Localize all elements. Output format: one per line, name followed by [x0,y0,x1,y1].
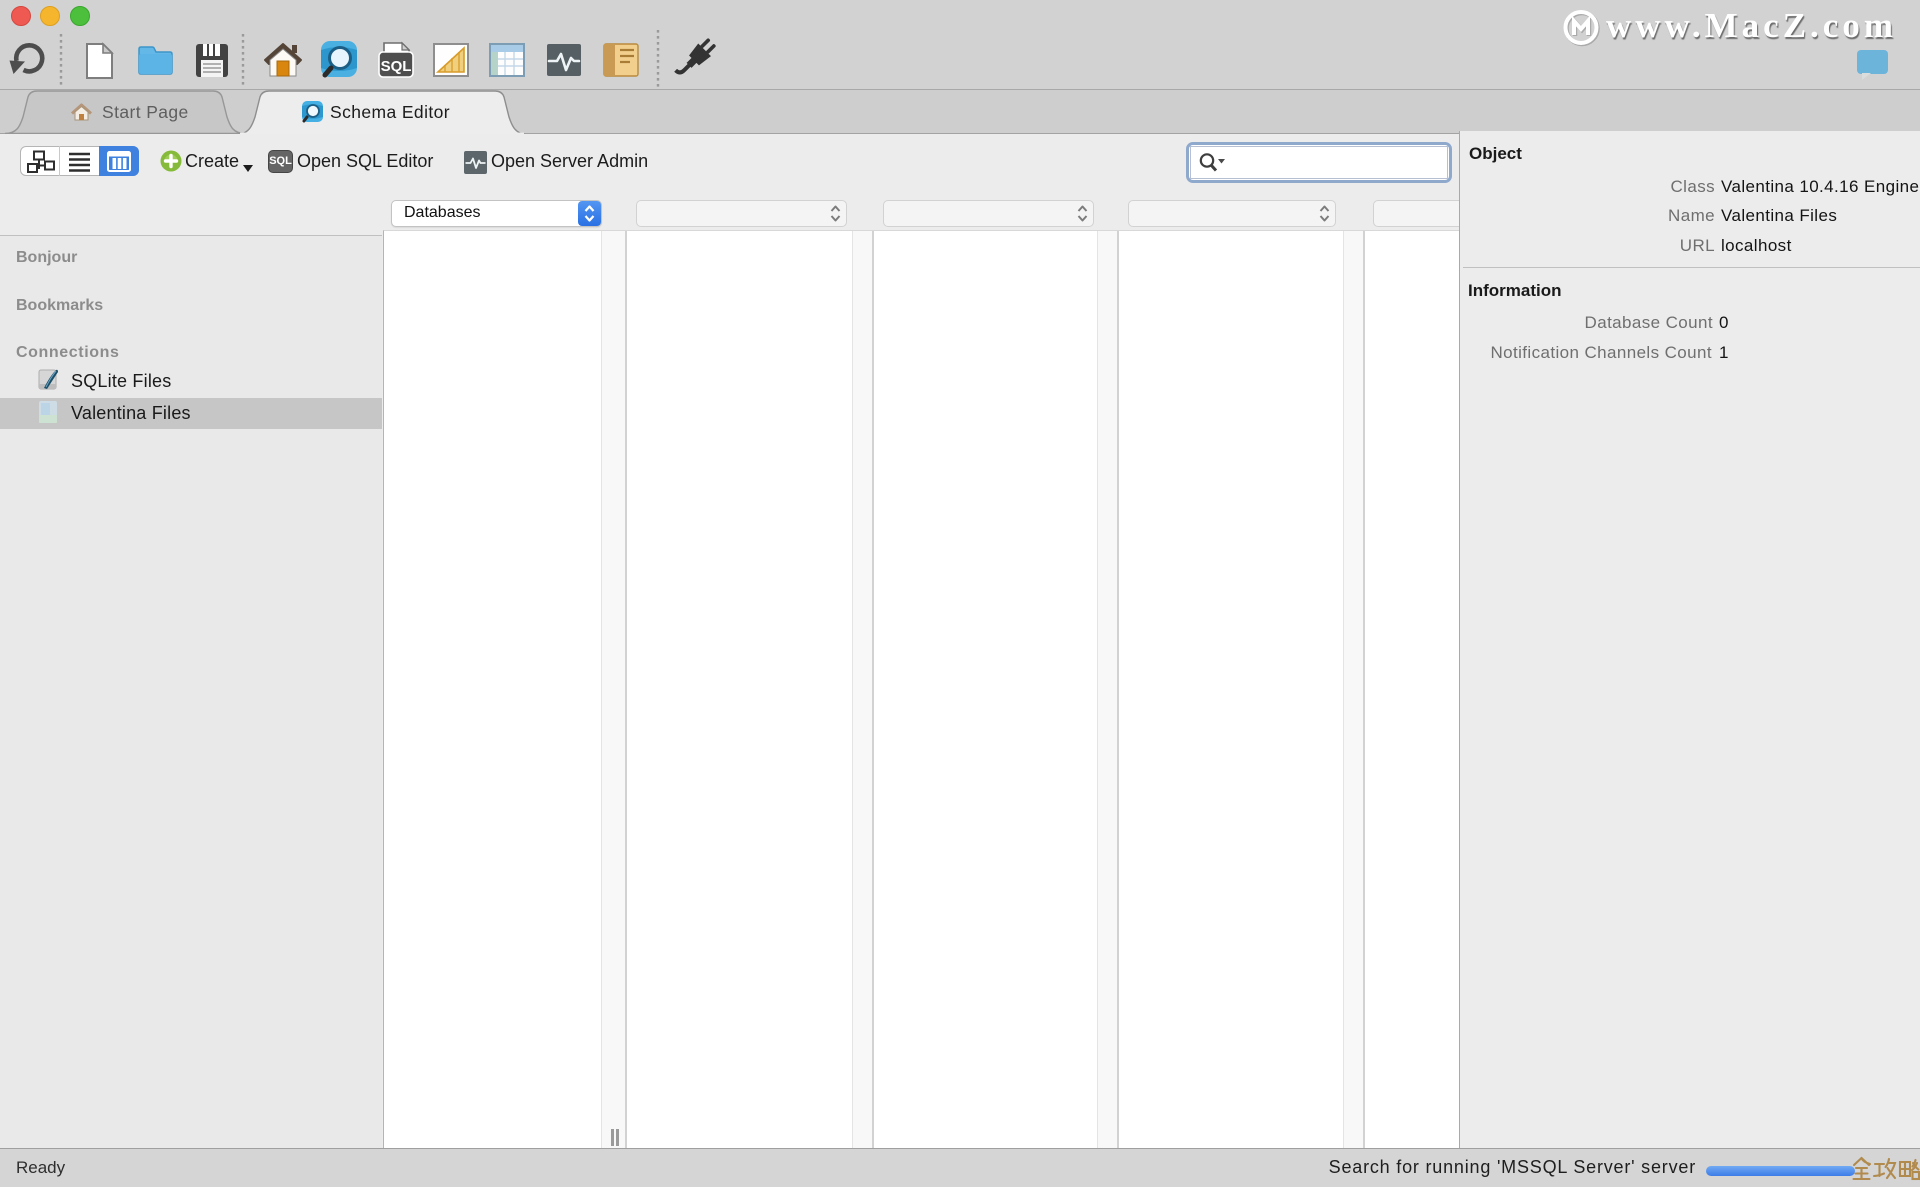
svg-text:Start Page: Start Page [102,102,189,122]
svg-text:SQL: SQL [381,58,412,75]
svg-text:Schema Editor: Schema Editor [330,102,450,122]
